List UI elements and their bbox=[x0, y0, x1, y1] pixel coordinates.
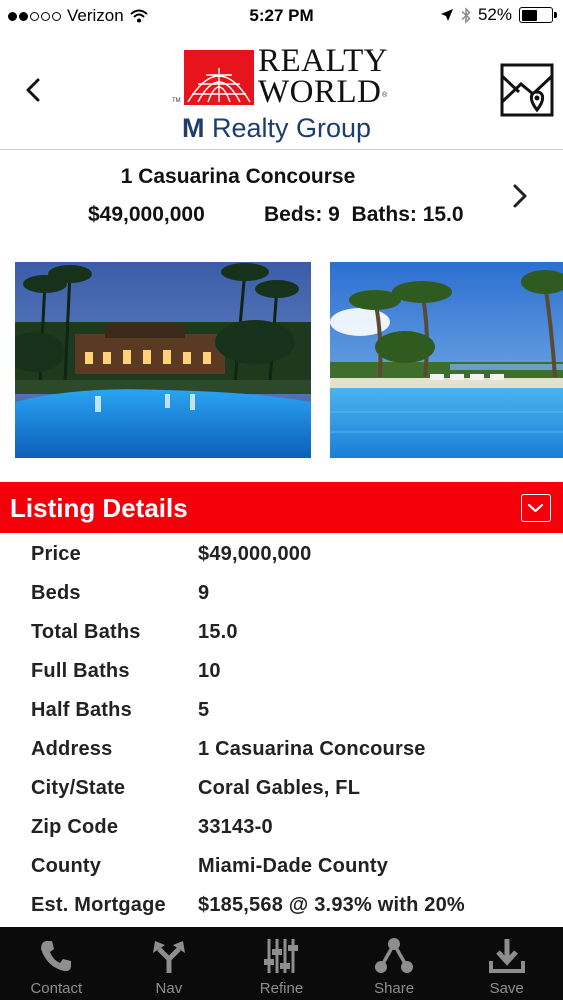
tab-contact[interactable]: Contact bbox=[0, 927, 113, 1000]
detail-row-address: Address 1 Casuarina Concourse bbox=[0, 730, 563, 769]
chevron-left-icon bbox=[26, 78, 40, 102]
battery-icon bbox=[519, 7, 557, 23]
palm-pool-photo-icon bbox=[330, 262, 563, 458]
chevron-right-icon bbox=[513, 184, 527, 208]
bottom-tab-bar: Contact Nav Refine Share Save bbox=[0, 927, 563, 1000]
detail-row-half-baths: Half Baths 5 bbox=[0, 691, 563, 730]
detail-label: Address bbox=[31, 738, 113, 760]
detail-row-full-baths: Full Baths 10 bbox=[0, 652, 563, 691]
detail-label: Full Baths bbox=[31, 660, 130, 682]
listing-details-header[interactable]: Listing Details bbox=[0, 482, 563, 533]
listing-summary[interactable]: 1 Casuarina Concourse $49,000,000 Beds: … bbox=[0, 151, 563, 246]
tab-label: Save bbox=[489, 980, 524, 997]
status-bar: Verizon 5:27 PM 52% bbox=[0, 0, 563, 32]
logo-subtitle-m: M bbox=[182, 113, 205, 143]
villa-pool-photo-icon bbox=[15, 262, 311, 458]
tab-label: Refine bbox=[259, 980, 304, 997]
detail-value: 15.0 bbox=[198, 621, 238, 643]
detail-row-est-mortgage: Est. Mortgage $185,568 @ 3.93% with 20% bbox=[0, 886, 563, 925]
detail-value: 5 bbox=[198, 699, 210, 721]
phone-icon bbox=[41, 941, 72, 972]
battery-percent: 52% bbox=[477, 5, 512, 24]
property-photo[interactable] bbox=[330, 262, 563, 458]
app-header: TM REALTY WORLD ® M Realty Group bbox=[0, 32, 563, 150]
bluetooth-icon bbox=[461, 6, 471, 24]
navigation-arrows-icon bbox=[152, 941, 185, 973]
map-pin-icon bbox=[500, 63, 554, 117]
detail-label: City/State bbox=[31, 777, 126, 799]
detail-row-county: County Miami-Dade County bbox=[0, 847, 563, 886]
detail-value: Coral Gables, FL bbox=[198, 777, 361, 799]
logo-subtitle: M Realty Group bbox=[182, 113, 371, 143]
detail-value: Miami-Dade County bbox=[198, 855, 389, 877]
tab-label: Nav bbox=[155, 980, 183, 997]
globe-icon bbox=[187, 68, 251, 103]
detail-row-city-state: City/State Coral Gables, FL bbox=[0, 769, 563, 808]
logo-text-world: WORLD bbox=[258, 74, 382, 110]
logo-registered: ® bbox=[382, 92, 388, 99]
tab-nav[interactable]: Nav bbox=[113, 927, 226, 1000]
battery-level bbox=[521, 9, 537, 21]
detail-label: Est. Mortgage bbox=[31, 894, 166, 916]
map-button[interactable] bbox=[499, 62, 555, 118]
detail-label: Price bbox=[31, 543, 81, 565]
logo-text-realty: REALTY bbox=[258, 43, 389, 79]
detail-label: Total Baths bbox=[31, 621, 141, 643]
detail-value: $185,568 @ 3.93% with 20% bbox=[198, 894, 465, 916]
detail-value: 1 Casuarina Concourse bbox=[198, 738, 426, 760]
chevron-down-icon bbox=[527, 503, 544, 513]
detail-row-total-baths: Total Baths 15.0 bbox=[0, 613, 563, 652]
logo-subtitle-rest: Realty Group bbox=[204, 113, 372, 143]
summary-beds-baths: Beds: 9 Baths: 15.0 bbox=[264, 203, 464, 226]
logo-trademark: TM bbox=[172, 98, 181, 104]
detail-label: County bbox=[31, 855, 102, 877]
summary-price: $49,000,000 bbox=[88, 203, 205, 226]
detail-value: 33143-0 bbox=[198, 816, 273, 838]
brand-logo: TM REALTY WORLD ® M Realty Group bbox=[172, 43, 390, 146]
detail-row-zip-code: Zip Code 33143-0 bbox=[0, 808, 563, 847]
tab-save[interactable]: Save bbox=[450, 927, 563, 1000]
photo-gallery[interactable] bbox=[0, 262, 563, 458]
detail-label: Beds bbox=[31, 582, 81, 604]
collapse-button[interactable] bbox=[521, 494, 551, 522]
location-arrow-icon bbox=[440, 9, 453, 21]
tab-refine[interactable]: Refine bbox=[225, 927, 338, 1000]
property-photo[interactable] bbox=[15, 262, 311, 458]
detail-label: Zip Code bbox=[31, 816, 119, 838]
detail-row-price: Price $49,000,000 bbox=[0, 535, 563, 574]
status-right: 52% bbox=[440, 5, 557, 25]
detail-value: $49,000,000 bbox=[198, 543, 312, 565]
summary-address: 1 Casuarina Concourse bbox=[120, 165, 356, 188]
download-icon bbox=[488, 939, 525, 973]
sliders-icon bbox=[264, 939, 299, 973]
detail-label: Half Baths bbox=[31, 699, 132, 721]
detail-value: 10 bbox=[198, 660, 221, 682]
next-listing-button[interactable] bbox=[507, 178, 533, 214]
back-button[interactable] bbox=[20, 70, 50, 110]
detail-value: 9 bbox=[198, 582, 210, 604]
listing-details-title: Listing Details bbox=[10, 493, 188, 523]
tab-label: Share bbox=[374, 980, 415, 997]
tab-share[interactable]: Share bbox=[338, 927, 451, 1000]
tab-label: Contact bbox=[30, 980, 83, 997]
detail-row-beds: Beds 9 bbox=[0, 574, 563, 613]
globe-logo-mark bbox=[184, 50, 254, 105]
share-icon bbox=[375, 938, 414, 973]
